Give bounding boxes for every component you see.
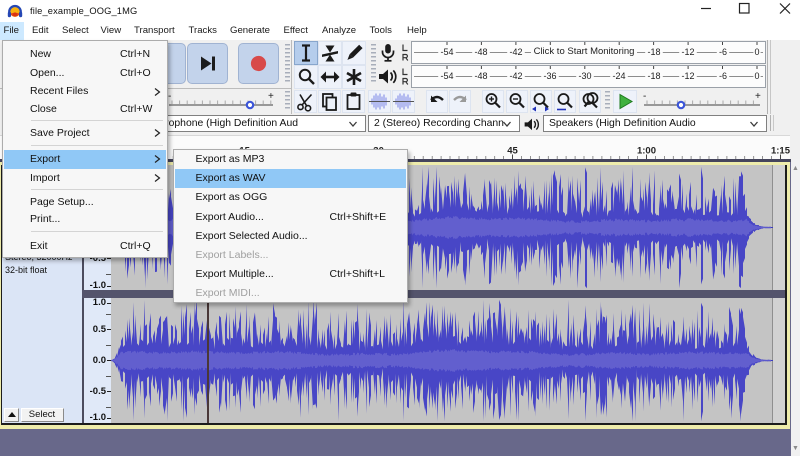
svg-text:-42: -42	[509, 71, 522, 81]
svg-text:-36: -36	[544, 71, 557, 81]
svg-text:-: -	[168, 91, 171, 102]
svg-text:-18: -18	[647, 47, 660, 57]
svg-text:1:00: 1:00	[637, 146, 656, 157]
svg-text:-6: -6	[718, 47, 726, 57]
svg-text:1:15: 1:15	[771, 146, 790, 157]
svg-text:-48: -48	[475, 47, 488, 57]
svg-text:+: +	[268, 91, 274, 102]
svg-text:-: -	[643, 91, 646, 102]
svg-text:-30: -30	[578, 71, 591, 81]
svg-text:+: +	[755, 91, 761, 102]
svg-text:-24: -24	[613, 71, 626, 81]
svg-text:-6: -6	[718, 71, 726, 81]
svg-text:0: 0	[754, 71, 759, 81]
svg-text:-12: -12	[682, 71, 695, 81]
svg-text:-18: -18	[647, 71, 660, 81]
svg-text:-54: -54	[440, 71, 453, 81]
svg-text:-48: -48	[475, 71, 488, 81]
svg-text:-42: -42	[509, 47, 522, 57]
svg-text:45: 45	[507, 146, 518, 157]
svg-text:-54: -54	[440, 47, 453, 57]
svg-text:0: 0	[754, 47, 759, 57]
svg-text:-12: -12	[682, 47, 695, 57]
